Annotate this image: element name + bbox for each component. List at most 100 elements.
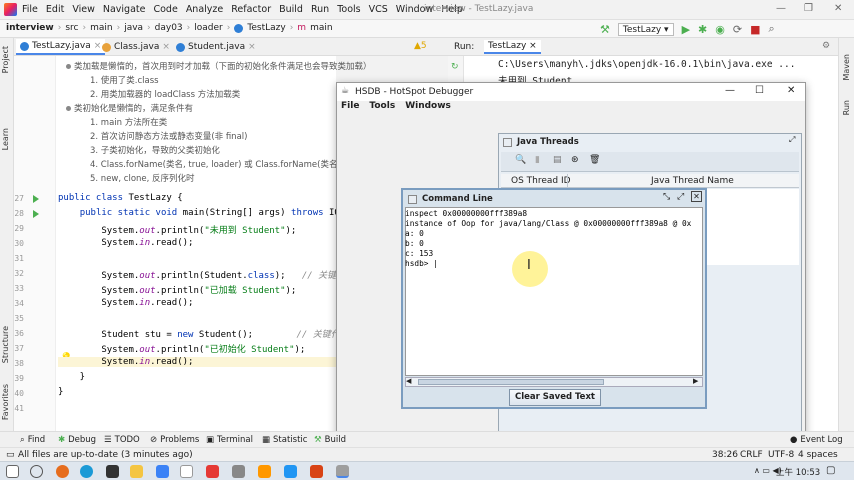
breadcrumb-day03[interactable]: day03 xyxy=(155,23,183,33)
tab-testlazy[interactable]: TestLazy.java × xyxy=(16,39,106,55)
vlc-icon[interactable] xyxy=(258,465,271,478)
debug-tool[interactable]: ✱ Debug xyxy=(58,435,96,445)
vscode-icon[interactable] xyxy=(284,465,297,478)
maximize-button[interactable]: ❐ xyxy=(804,3,813,14)
problems-tool[interactable]: ⊘ Problems xyxy=(150,435,199,445)
settings-gear-icon[interactable]: ⚙ xyxy=(822,41,830,51)
start-icon[interactable] xyxy=(6,465,19,478)
frame-minimize-icon[interactable]: ⤡ xyxy=(663,192,670,202)
find-tool[interactable]: ⌕ Find xyxy=(20,435,45,445)
tab-label: TestLazy.java xyxy=(32,41,91,51)
profile-icon[interactable]: ⟳ xyxy=(733,23,742,36)
breadcrumb-method[interactable]: main xyxy=(310,23,333,33)
memory-icon[interactable]: ▤ xyxy=(553,155,562,165)
hsdb-maximize-button[interactable]: ☐ xyxy=(755,85,764,96)
frame-maximize-icon[interactable]: ⤢ xyxy=(677,192,684,202)
task-view-icon[interactable] xyxy=(30,465,43,478)
warnings-badge[interactable]: ▲5 xyxy=(414,41,427,51)
build-tool[interactable]: ⚒ Build xyxy=(314,435,346,445)
hsdb-menu-windows[interactable]: Windows xyxy=(405,101,451,117)
frame-close-icon[interactable]: ✕ xyxy=(691,191,702,202)
event-log-tool[interactable]: ● Event Log xyxy=(790,435,843,445)
horizontal-scrollbar[interactable]: ◀ ▶ xyxy=(405,377,703,387)
todo-tool[interactable]: ☰ TODO xyxy=(104,435,140,445)
stop-icon[interactable]: ■ xyxy=(750,23,760,36)
menu-tools[interactable]: Tools xyxy=(337,4,360,15)
run-tab[interactable]: TestLazy × xyxy=(484,40,541,54)
menu-navigate[interactable]: Navigate xyxy=(103,4,146,15)
menu-vcs[interactable]: VCS xyxy=(369,4,388,15)
threads-table-header: OS Thread ID Java Thread Name xyxy=(501,174,799,188)
breadcrumb-main[interactable]: main xyxy=(90,23,113,33)
frame-restore-icon[interactable]: ⤢ xyxy=(789,135,795,145)
run-gutter-icon[interactable] xyxy=(33,195,39,203)
menu-run[interactable]: Run xyxy=(311,4,329,15)
app-icon[interactable] xyxy=(106,465,119,478)
inspect-icon[interactable]: 🔍 xyxy=(515,155,526,165)
find-crash-icon[interactable]: ⊛ xyxy=(571,155,579,165)
minimize-button[interactable]: — xyxy=(776,3,786,14)
project-tool[interactable]: Project xyxy=(1,46,10,73)
explorer-icon[interactable] xyxy=(130,465,143,478)
menu-view[interactable]: View xyxy=(72,4,95,15)
learn-tool[interactable]: Learn xyxy=(1,128,10,150)
hsdb-close-button[interactable]: ✕ xyxy=(787,85,795,96)
command-output[interactable] xyxy=(405,207,703,376)
edge-icon[interactable] xyxy=(80,465,93,478)
scroll-right-icon[interactable]: ▶ xyxy=(693,377,698,385)
firefox-icon[interactable] xyxy=(56,465,69,478)
scroll-left-icon[interactable]: ◀ xyxy=(406,377,411,385)
caret-position[interactable]: 38:26 xyxy=(712,450,738,460)
tab-class[interactable]: Class.java × xyxy=(98,39,174,55)
tab-student[interactable]: Student.java × xyxy=(172,39,260,55)
indent-setting[interactable]: 4 spaces xyxy=(798,450,838,460)
command-prompt[interactable]: hsdb> | xyxy=(405,259,438,268)
stack-icon[interactable]: ▮ xyxy=(535,155,540,165)
hsdb-minimize-button[interactable]: — xyxy=(725,85,735,96)
line-separator[interactable]: CRLF xyxy=(740,450,763,460)
app-icon[interactable] xyxy=(156,465,169,478)
menu-code[interactable]: Code xyxy=(153,4,177,15)
typora-icon[interactable] xyxy=(180,465,193,478)
build-hammer-icon[interactable]: ⚒ xyxy=(600,23,610,36)
run-config-select[interactable]: TestLazy ▾ xyxy=(617,22,674,36)
debug-icon[interactable]: ✱ xyxy=(698,23,707,36)
terminal-tool[interactable]: ▣ Terminal xyxy=(206,435,253,445)
breadcrumb-class[interactable]: TestLazy xyxy=(247,23,285,33)
breadcrumb-project[interactable]: interview xyxy=(6,23,54,33)
command-output-line: inspect 0x00000000fff389a8 xyxy=(405,209,528,218)
breadcrumb-src[interactable]: src xyxy=(65,23,78,33)
col-java-thread-name[interactable]: Java Thread Name xyxy=(651,176,734,186)
run-tool[interactable]: Run xyxy=(842,100,851,115)
hsdb-menu-tools[interactable]: Tools xyxy=(369,101,395,117)
breadcrumb-loader[interactable]: loader xyxy=(194,23,222,33)
run-icon[interactable]: ▶ xyxy=(682,23,690,36)
maven-tool[interactable]: Maven xyxy=(842,54,851,81)
scroll-thumb[interactable] xyxy=(418,379,604,385)
notification-icon[interactable]: ▢ xyxy=(826,465,835,476)
statistic-tool[interactable]: ▦ Statistic xyxy=(262,435,307,445)
breadcrumb-java[interactable]: java xyxy=(124,23,143,33)
app-icon[interactable] xyxy=(232,465,245,478)
menu-refactor[interactable]: Refactor xyxy=(231,4,271,15)
menu-build[interactable]: Build xyxy=(279,4,303,15)
powerpoint-icon[interactable] xyxy=(310,465,323,478)
tab-close-icon[interactable]: × xyxy=(162,42,170,52)
run-gutter-icon[interactable] xyxy=(33,210,39,218)
clear-saved-text-button[interactable]: Clear Saved Text xyxy=(509,389,601,406)
menu-edit[interactable]: Edit xyxy=(46,4,64,15)
close-button[interactable]: ✕ xyxy=(834,3,842,14)
menu-analyze[interactable]: Analyze xyxy=(186,4,223,15)
delete-icon[interactable]: 🗑 xyxy=(589,155,600,165)
tab-close-icon[interactable]: × xyxy=(248,42,256,52)
clock[interactable]: 上午 10:53 xyxy=(776,466,820,478)
rerun-icon[interactable]: ↻ xyxy=(451,62,459,72)
coverage-icon[interactable]: ◉ xyxy=(715,23,725,36)
menu-file[interactable]: File xyxy=(22,4,38,15)
hsdb-menu-file[interactable]: File xyxy=(341,101,359,117)
search-icon[interactable]: ⌕ xyxy=(769,22,775,36)
java-icon[interactable] xyxy=(336,465,349,478)
file-encoding[interactable]: UTF-8 xyxy=(768,450,794,460)
col-os-thread-id[interactable]: OS Thread ID xyxy=(511,176,571,186)
app-icon[interactable] xyxy=(206,465,219,478)
